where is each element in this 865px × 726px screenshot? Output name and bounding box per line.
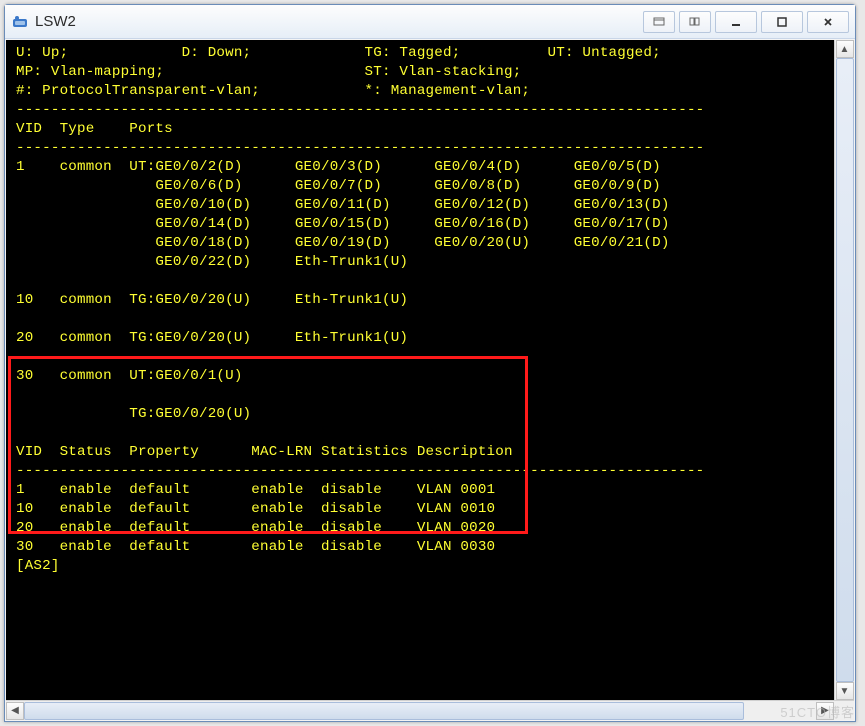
status-row: 1 enable default enable disable VLAN 000… (16, 482, 495, 498)
scroll-up-arrow-icon[interactable]: ▲ (836, 40, 854, 58)
port-row: GE0/0/10(D) GE0/0/11(D) GE0/0/12(D) GE0/… (16, 197, 670, 213)
custom-button-1[interactable] (643, 11, 675, 33)
port-row: 10 common TG:GE0/0/20(U) Eth-Trunk1(U) (16, 292, 408, 308)
status-row: 30 enable default enable disable VLAN 00… (16, 539, 495, 555)
app-icon (11, 13, 29, 31)
legend-line: #: ProtocolTransparent-vlan; *: Manageme… (16, 83, 530, 99)
terminal[interactable]: U: Up; D: Down; TG: Tagged; UT: Untagged… (6, 40, 834, 700)
port-row: 30 common UT:GE0/0/1(U) (16, 368, 243, 384)
status-row: 10 enable default enable disable VLAN 00… (16, 501, 495, 517)
table-header: VID Status Property MAC-LRN Statistics D… (16, 444, 513, 460)
terminal-wrap: U: Up; D: Down; TG: Tagged; UT: Untagged… (6, 40, 854, 700)
status-row: 20 enable default enable disable VLAN 00… (16, 520, 495, 536)
close-button[interactable] (807, 11, 849, 33)
scroll-thumb[interactable] (836, 58, 854, 682)
legend-line: U: Up; D: Down; TG: Tagged; UT: Untagged… (16, 45, 661, 61)
window-title: LSW2 (35, 13, 643, 30)
minimize-button[interactable] (715, 11, 757, 33)
scroll-down-arrow-icon[interactable]: ▼ (836, 682, 854, 700)
titlebar[interactable]: LSW2 (5, 5, 855, 39)
divider: ----------------------------------------… (16, 140, 704, 156)
scroll-left-arrow-icon[interactable]: ◀ (6, 702, 24, 720)
port-row: GE0/0/22(D) Eth-Trunk1(U) (16, 254, 408, 270)
prompt: [AS2] (16, 558, 60, 574)
port-row: TG:GE0/0/20(U) (16, 406, 251, 422)
scroll-thumb[interactable] (24, 702, 744, 720)
window-controls (643, 11, 849, 33)
port-row: GE0/0/6(D) GE0/0/7(D) GE0/0/8(D) GE0/0/9… (16, 178, 661, 194)
divider: ----------------------------------------… (16, 102, 704, 118)
legend-line: MP: Vlan-mapping; ST: Vlan-stacking; (16, 64, 521, 80)
port-row: GE0/0/18(D) GE0/0/19(D) GE0/0/20(U) GE0/… (16, 235, 670, 251)
scroll-track[interactable] (24, 702, 816, 720)
table-header: VID Type Ports (16, 121, 173, 137)
horizontal-scrollbar[interactable]: ◀ ▶ (6, 700, 854, 720)
divider: ----------------------------------------… (16, 463, 704, 479)
port-row: 20 common TG:GE0/0/20(U) Eth-Trunk1(U) (16, 330, 408, 346)
port-row: GE0/0/14(D) GE0/0/15(D) GE0/0/16(D) GE0/… (16, 216, 670, 232)
client-area: U: Up; D: Down; TG: Tagged; UT: Untagged… (5, 39, 855, 721)
watermark: 51CTO博客 (780, 702, 855, 721)
vertical-scrollbar[interactable]: ▲ ▼ (834, 40, 854, 700)
port-row: 1 common UT:GE0/0/2(D) GE0/0/3(D) GE0/0/… (16, 159, 661, 175)
maximize-button[interactable] (761, 11, 803, 33)
scroll-track[interactable] (836, 58, 854, 682)
app-window: LSW2 U: Up; D: Down; TG: Tagged; (4, 4, 856, 722)
custom-button-2[interactable] (679, 11, 711, 33)
